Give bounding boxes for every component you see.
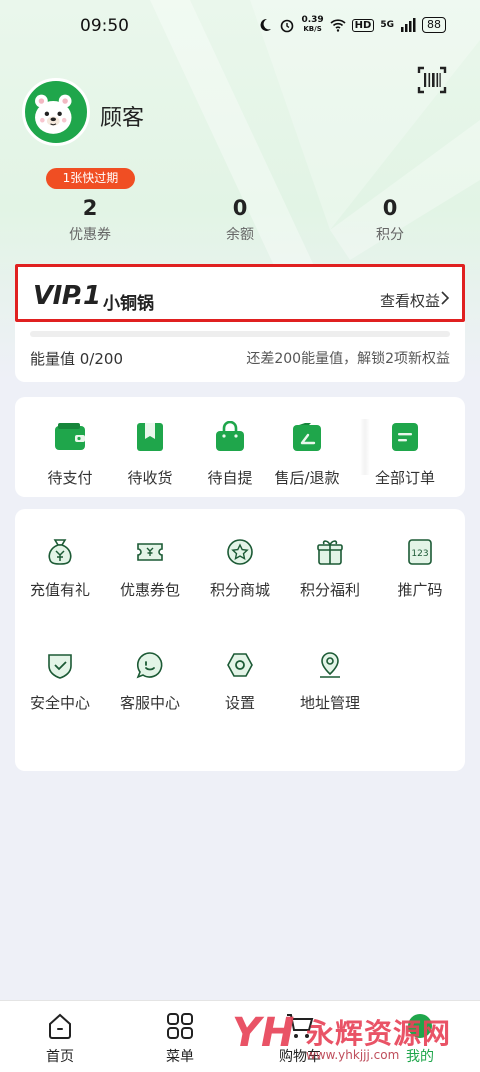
nav-label: 菜单 <box>166 1049 194 1065</box>
services-card: 充值有礼 优惠券包 积分商城 积分福利 123 推广码 安全中心 客服中心 设置… <box>15 509 465 771</box>
service-label: 充值有礼 <box>29 581 90 599</box>
service-points-welfare[interactable]: 积分福利 <box>285 537 375 600</box>
energy-hint: 还差200能量值，解锁2项新权益 <box>246 351 450 367</box>
shield-icon <box>48 654 72 679</box>
stat-value: 0 <box>232 196 248 220</box>
vip-card: VIP.1 小铜锅 查看权益 能量值 0/200 还差200能量值，解锁2项新权… <box>15 264 465 382</box>
nav-home[interactable]: 首页 <box>20 1011 100 1066</box>
service-label: 客服中心 <box>119 694 180 712</box>
wallet-icon <box>55 423 85 450</box>
service-label: 设置 <box>224 694 255 712</box>
service-label: 积分商城 <box>209 581 270 599</box>
code-icon: 123 <box>408 539 432 565</box>
energy-value: 能量值 0/200 <box>30 350 123 368</box>
package-icon <box>137 423 163 451</box>
service-recharge-gift[interactable]: 充值有礼 <box>15 537 105 600</box>
refund-icon <box>293 423 321 451</box>
order-list-icon <box>392 423 418 451</box>
stat-points[interactable]: 0 积分 <box>330 196 450 244</box>
username[interactable]: 顾客 <box>100 100 144 132</box>
status-time: 09:50 <box>80 16 129 36</box>
barcode-scan-icon[interactable] <box>416 64 448 96</box>
stat-label: 积分 <box>376 227 404 243</box>
stat-label: 优惠券 <box>69 227 111 243</box>
stat-label: 余额 <box>226 227 254 243</box>
status-icons: 0.39 KB/S HD 5G 88 <box>257 16 446 34</box>
watermark-text: 永辉资源网 <box>306 1017 452 1050</box>
service-label: 优惠券包 <box>119 581 180 599</box>
chat-icon <box>136 652 163 679</box>
net-speed-value: 0.39 <box>301 15 324 25</box>
star-badge-icon <box>227 539 253 565</box>
order-label: 待自提 <box>207 469 253 487</box>
grid-icon <box>167 1013 193 1039</box>
order-label: 全部订单 <box>374 469 435 487</box>
service-settings[interactable]: 设置 <box>195 650 285 713</box>
order-pending-pickup[interactable]: 待自提 <box>190 421 270 488</box>
vip-header[interactable]: VIP.1 小铜锅 查看权益 <box>15 264 465 322</box>
wifi-icon <box>330 19 346 32</box>
shopping-bag-icon <box>216 421 244 451</box>
service-promo-code[interactable]: 123 推广码 <box>375 537 465 600</box>
stat-value: 0 <box>382 196 398 220</box>
moon-icon <box>260 18 272 31</box>
hd-label: HD <box>351 18 375 32</box>
watermark: YH 永辉资源网 www.yhkjjj.com <box>232 1010 462 1068</box>
vip-level: VIP.1 <box>33 281 101 311</box>
money-bag-icon <box>48 539 72 565</box>
service-security-center[interactable]: 安全中心 <box>15 650 105 713</box>
signal-icon <box>401 18 416 32</box>
svg-text:123: 123 <box>411 549 428 559</box>
settings-icon <box>227 653 253 677</box>
service-label: 地址管理 <box>299 694 360 712</box>
order-after-sales[interactable]: 售后/退款 <box>267 421 347 488</box>
service-label: 推广码 <box>397 581 443 599</box>
order-label: 待支付 <box>47 469 93 487</box>
service-address-management[interactable]: 地址管理 <box>285 650 375 713</box>
service-label: 积分福利 <box>299 581 360 599</box>
watermark-url: www.yhkjjj.com <box>306 1048 400 1062</box>
gift-icon <box>317 540 343 565</box>
energy-progress-bar <box>30 331 450 337</box>
order-all[interactable]: 全部订单 <box>365 421 445 488</box>
order-label: 待收货 <box>127 469 173 487</box>
alarm-icon <box>281 19 294 33</box>
signal-label: 5G <box>380 20 394 30</box>
order-pending-delivery[interactable]: 待收货 <box>110 421 190 488</box>
service-points-mall[interactable]: 积分商城 <box>195 537 285 600</box>
service-customer-service[interactable]: 客服中心 <box>105 650 195 713</box>
order-pending-payment[interactable]: 待支付 <box>30 421 110 488</box>
nav-menu[interactable]: 菜单 <box>140 1011 220 1066</box>
service-coupon-pack[interactable]: 优惠券包 <box>105 537 195 600</box>
stat-value: 2 <box>82 196 98 220</box>
watermark-logo: YH <box>232 1010 295 1056</box>
vip-level-name: 小铜锅 <box>103 294 154 314</box>
bear-avatar-icon <box>35 94 72 134</box>
stat-coupons[interactable]: 2 优惠券 <box>30 196 150 244</box>
net-speed: 0.39 KB/S <box>301 16 323 34</box>
order-label: 售后/退款 <box>274 469 340 487</box>
coupon-expiring-badge: 1张快过期 <box>46 168 135 189</box>
avatar[interactable] <box>22 78 90 146</box>
service-label: 安全中心 <box>29 694 90 712</box>
stat-balance[interactable]: 0 余额 <box>180 196 300 244</box>
coupon-icon <box>137 543 163 561</box>
location-icon <box>320 652 340 678</box>
status-bar: 09:50 0.39 KB/S HD 5G 88 <box>0 0 480 56</box>
home-icon <box>49 1013 71 1039</box>
nav-label: 首页 <box>46 1049 74 1065</box>
orders-card: 待支付 待收货 待自提 售后/退款 全部订单 <box>15 397 465 497</box>
net-speed-unit: KB/S <box>303 25 322 33</box>
view-benefits-link[interactable]: 查看权益 <box>380 290 440 311</box>
battery-indicator: 88 <box>422 17 446 33</box>
chevron-right-icon <box>441 291 450 305</box>
